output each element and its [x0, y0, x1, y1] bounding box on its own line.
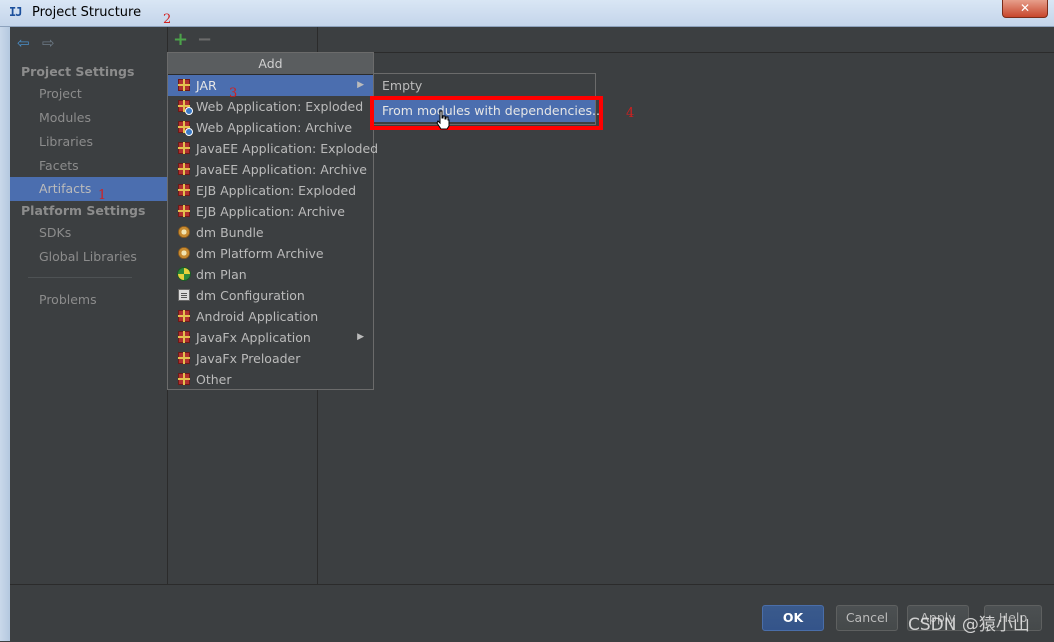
back-arrow-icon[interactable]: ⇦: [17, 34, 30, 52]
submenu-arrow-icon: ▶: [357, 332, 364, 342]
menu-item-javafx-application[interactable]: JavaFx Application ▶: [168, 327, 373, 348]
hand-pointer-cursor-icon: [436, 110, 450, 130]
gift-icon: [178, 142, 190, 154]
forward-arrow-icon[interactable]: ⇨: [42, 34, 55, 52]
menu-item-javaee-application-archive[interactable]: JavaEE Application: Archive: [168, 159, 373, 180]
flower-icon: [178, 226, 190, 238]
gift-icon: [178, 331, 190, 343]
gift-web-icon: [178, 121, 193, 136]
submenu-item-empty[interactable]: Empty: [374, 74, 595, 97]
menu-item-android-application[interactable]: Android Application: [168, 306, 373, 327]
ok-button[interactable]: OK: [762, 605, 824, 631]
close-window-button[interactable]: ✕: [1002, 0, 1048, 18]
title-bar: IJ Project Structure ✕: [0, 0, 1054, 27]
menu-item-dm-bundle[interactable]: dm Bundle: [168, 222, 373, 243]
cancel-button[interactable]: Cancel: [836, 605, 898, 631]
detail-panel-top-border: [317, 52, 1054, 53]
menu-item-ejb-application-exploded[interactable]: EJB Application: Exploded: [168, 180, 373, 201]
window-frame-left: [0, 27, 10, 641]
sidebar-item-global-libraries[interactable]: Global Libraries: [39, 249, 137, 264]
menu-item-dm-plan[interactable]: dm Plan: [168, 264, 373, 285]
gift-web-icon: [178, 100, 193, 115]
project-settings-heading: Project Settings: [21, 64, 135, 79]
sidebar-item-sdks[interactable]: SDKs: [39, 225, 71, 240]
step-annotation-3: 3: [229, 86, 238, 101]
step-annotation-1: 1: [98, 188, 107, 203]
menu-item-javaee-application-exploded[interactable]: JavaEE Application: Exploded: [168, 138, 378, 159]
menu-item-web-application-exploded[interactable]: Web Application: Exploded: [168, 96, 373, 117]
gift-icon: [178, 352, 190, 364]
menu-item-dm-platform-archive[interactable]: dm Platform Archive: [168, 243, 373, 264]
menu-item-ejb-application-archive[interactable]: EJB Application: Archive: [168, 201, 373, 222]
window-title: Project Structure: [32, 5, 142, 20]
menu-item-javafx-preloader[interactable]: JavaFx Preloader: [168, 348, 373, 369]
add-artifact-popup-menu: Add JAR ▶ Web Application: Exploded Web …: [167, 52, 378, 390]
csdn-watermark: CSDN @猿小山: [908, 615, 1030, 635]
sidebar-divider: [28, 277, 132, 278]
gift-icon: [178, 373, 190, 385]
gift-icon: [178, 79, 190, 91]
menu-item-other[interactable]: Other: [168, 369, 373, 390]
step-annotation-4: 4: [626, 106, 635, 121]
add-artifact-plus-icon[interactable]: +: [173, 29, 188, 50]
submenu-arrow-icon: ▶: [357, 80, 364, 90]
gift-icon: [178, 163, 190, 175]
step-annotation-2: 2: [163, 12, 172, 27]
sidebar-item-facets[interactable]: Facets: [39, 158, 79, 173]
menu-item-jar[interactable]: JAR ▶: [168, 75, 373, 96]
menu-item-web-application-archive[interactable]: Web Application: Archive: [168, 117, 373, 138]
document-icon: [178, 289, 190, 301]
sidebar-item-problems[interactable]: Problems: [39, 292, 97, 307]
gift-icon: [178, 184, 190, 196]
highlight-annotation-box: [370, 96, 603, 130]
flower-icon: [178, 247, 190, 259]
platform-settings-heading: Platform Settings: [21, 203, 146, 218]
remove-artifact-minus-icon[interactable]: −: [197, 29, 212, 50]
sidebar-item-libraries[interactable]: Libraries: [39, 134, 93, 149]
sidebar-item-modules[interactable]: Modules: [39, 110, 91, 125]
add-menu-header: Add: [168, 53, 373, 75]
menu-item-dm-configuration[interactable]: dm Configuration: [168, 285, 373, 306]
intellij-app-icon: IJ: [9, 5, 22, 19]
globe-icon: [178, 268, 190, 280]
gift-icon: [178, 310, 190, 322]
gift-icon: [178, 205, 190, 217]
sidebar-item-project[interactable]: Project: [39, 86, 82, 101]
sidebar-item-artifacts[interactable]: Artifacts: [10, 177, 167, 201]
